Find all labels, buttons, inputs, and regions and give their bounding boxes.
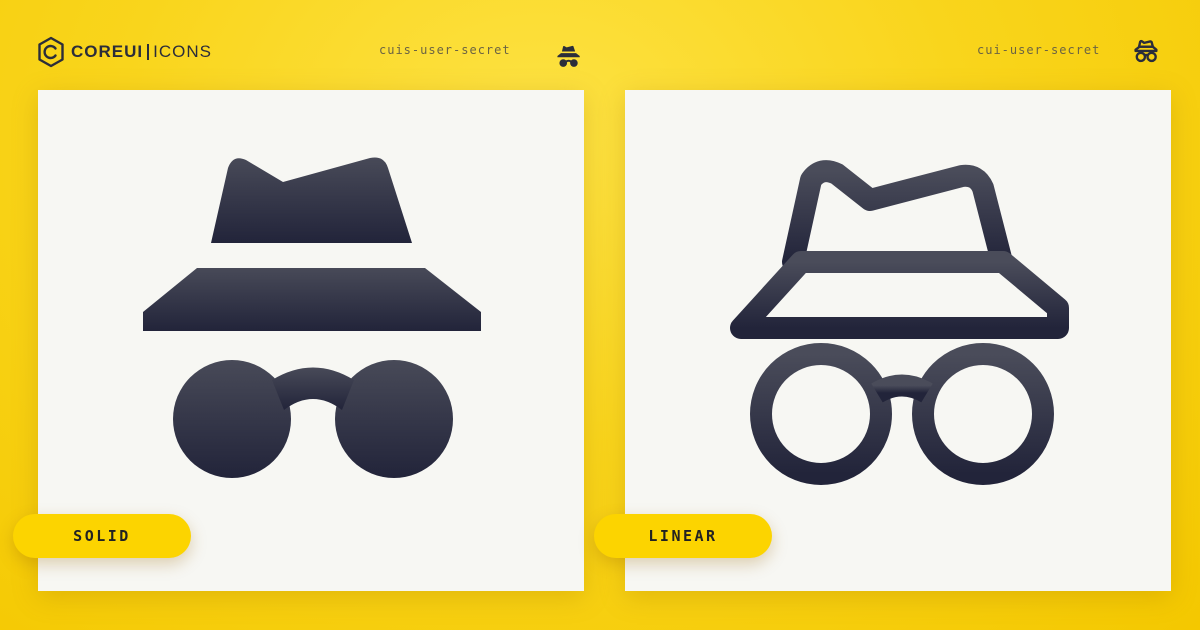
user-secret-solid-small-icon bbox=[548, 34, 584, 70]
coreui-icons-logo: COREUI ICONS bbox=[37, 36, 212, 68]
solid-icon-name: cuis-user-secret bbox=[379, 43, 511, 57]
linear-variant-badge: LINEAR bbox=[594, 514, 772, 558]
solid-variant-badge: SOLID bbox=[13, 514, 191, 558]
user-secret-linear-small-icon bbox=[1128, 34, 1164, 70]
logo-icons-text: ICONS bbox=[153, 42, 212, 61]
linear-icon-name: cui-user-secret bbox=[977, 43, 1101, 57]
logo-divider bbox=[147, 44, 150, 60]
coreui-hexagon-icon bbox=[38, 36, 64, 68]
logo-wordmark: COREUI ICONS bbox=[71, 42, 212, 62]
logo-core-text: COREUI bbox=[71, 42, 144, 61]
